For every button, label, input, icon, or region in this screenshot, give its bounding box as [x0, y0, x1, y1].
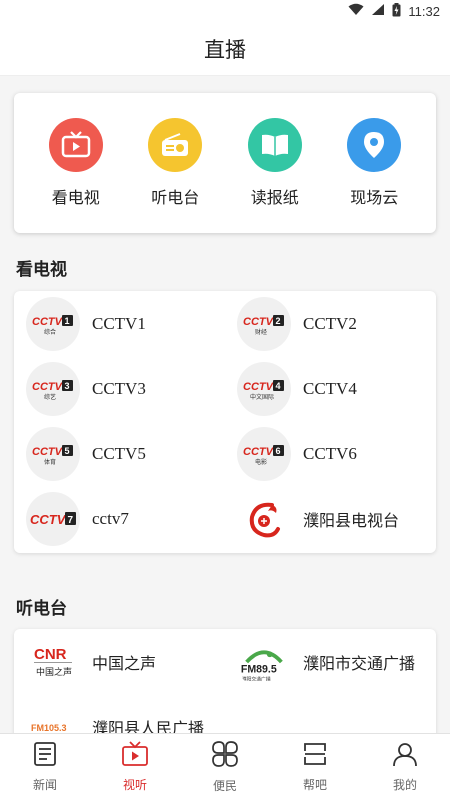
- svg-text:5: 5: [65, 446, 70, 456]
- channel-name: 濮阳县电视台: [303, 510, 400, 530]
- svg-text:综合: 综合: [44, 328, 56, 336]
- svg-text:CCTV: CCTV: [32, 381, 64, 393]
- quick-item-label: 读报纸: [250, 188, 299, 207]
- tab-services[interactable]: 便民: [180, 734, 270, 800]
- svg-text:CNR: CNR: [34, 646, 67, 663]
- svg-text:CCTV: CCTV: [243, 446, 275, 458]
- svg-text:CCTV: CCTV: [243, 316, 275, 328]
- tab-news[interactable]: 新闻: [0, 734, 90, 800]
- cctv7-logo: CCTV 7: [26, 491, 80, 546]
- svg-text:中文国际: 中文国际: [250, 393, 274, 401]
- quick-menu: 看电视 听电台 读报纸 现场云: [14, 93, 436, 233]
- quick-item-newspaper[interactable]: 读报纸: [235, 118, 315, 208]
- channel-item-cctv2[interactable]: CCTV 2 财经 CCTV2: [225, 291, 436, 356]
- channel-item-cctv1[interactable]: CCTV 1 综合 CCTV1: [14, 291, 225, 356]
- svg-text:6: 6: [276, 446, 281, 456]
- svg-text:FM105.3: FM105.3: [31, 723, 67, 733]
- channel-name: CCTV1: [92, 313, 146, 333]
- tab-help[interactable]: 帮吧: [270, 734, 360, 800]
- svg-text:濮阳交通广播: 濮阳交通广播: [242, 675, 271, 682]
- channel-name: CCTV4: [303, 378, 357, 398]
- channel-name: CCTV2: [303, 313, 357, 333]
- wifi-icon: [348, 3, 364, 19]
- main-content[interactable]: 看电视 听电台 读报纸 现场云 看电视 CCTV 1 综合 CCTV1 CCTV…: [0, 77, 450, 733]
- svg-text:电影: 电影: [255, 458, 267, 466]
- tab-label: 视听: [122, 778, 147, 792]
- station-name: 濮阳市交通广播: [303, 653, 416, 673]
- page-title: 直播: [204, 37, 246, 62]
- station-item-cnr[interactable]: CNR 中国之声 中国之声: [14, 629, 225, 694]
- channel-item-puyang-county-tv[interactable]: 濮阳县电视台: [225, 486, 436, 551]
- svg-text:财经: 财经: [255, 328, 267, 336]
- cctv-logo: CCTV 4 中文国际: [237, 361, 291, 416]
- channel-name: CCTV6: [303, 443, 357, 463]
- channel-item-cctv7[interactable]: CCTV 7 cctv7: [14, 486, 225, 551]
- station-name: 濮阳县人民广播: [92, 718, 205, 734]
- tab-label: 帮吧: [302, 778, 327, 792]
- bracket-box-icon: [302, 741, 328, 772]
- station-item-puyang-traffic[interactable]: FM89.5 濮阳交通广播 濮阳市交通广播: [225, 629, 436, 694]
- four-leaf-icon: [211, 740, 239, 773]
- svg-text:1: 1: [65, 316, 70, 326]
- tab-media[interactable]: 视听: [90, 734, 180, 800]
- channel-item-cctv3[interactable]: CCTV 3 综艺 CCTV3: [14, 356, 225, 421]
- cctv-logo: CCTV 3 综艺: [26, 361, 80, 416]
- header: 直播: [0, 22, 450, 76]
- channel-name: CCTV3: [92, 378, 146, 398]
- tab-label: 新闻: [32, 778, 57, 792]
- user-icon: [392, 741, 418, 772]
- cnr-logo: CNR 中国之声: [26, 634, 80, 689]
- channel-name: cctv7: [92, 508, 129, 528]
- station-item-puyang-county-radio[interactable]: FM105.3 濮阳县人民广播: [14, 694, 225, 733]
- tab-label: 我的: [392, 778, 417, 792]
- fm1053-logo: FM105.3: [26, 699, 80, 733]
- status-time: 11:32: [408, 3, 440, 19]
- puyang-tv-logo: [237, 491, 291, 546]
- svg-text:CCTV: CCTV: [30, 512, 67, 527]
- svg-text:CCTV: CCTV: [32, 446, 64, 458]
- svg-text:4: 4: [276, 381, 281, 391]
- tv-play-icon: [121, 741, 149, 772]
- channel-name: CCTV5: [92, 443, 146, 463]
- svg-text:CCTV: CCTV: [243, 381, 275, 393]
- fm895-logo: FM89.5 濮阳交通广播: [237, 634, 291, 689]
- svg-text:体育: 体育: [44, 458, 56, 466]
- channel-item-cctv5[interactable]: CCTV 5 体育 CCTV5: [14, 421, 225, 486]
- cctv-logo: CCTV 5 体育: [26, 426, 80, 481]
- section-title-radio: 听电台: [16, 599, 67, 619]
- location-pin-icon: [347, 118, 402, 172]
- quick-item-label: 看电视: [51, 188, 100, 207]
- tv-play-icon: [48, 118, 103, 172]
- radio-icon: [148, 118, 203, 172]
- book-icon: [247, 118, 302, 172]
- cctv-logo: CCTV 6 电影: [237, 426, 291, 481]
- svg-text:7: 7: [68, 515, 74, 526]
- tab-label: 便民: [212, 779, 237, 793]
- battery-icon: [392, 2, 401, 20]
- station-name: 中国之声: [92, 653, 157, 673]
- newspaper-icon: [32, 741, 58, 772]
- svg-text:FM89.5: FM89.5: [241, 663, 277, 675]
- quick-item-label: 听电台: [151, 188, 200, 207]
- quick-item-label: 现场云: [350, 188, 399, 207]
- svg-text:CCTV: CCTV: [32, 316, 64, 328]
- bottom-tab-bar: 新闻 视听 便民 帮吧 我的: [0, 733, 450, 800]
- svg-text:3: 3: [65, 381, 70, 391]
- quick-item-live-cloud[interactable]: 现场云: [334, 118, 414, 208]
- cctv-logo: CCTV 2 财经: [237, 296, 291, 351]
- signal-icon: [371, 3, 385, 19]
- svg-text:2: 2: [276, 316, 281, 326]
- svg-text:中国之声: 中国之声: [36, 666, 72, 678]
- channel-item-cctv4[interactable]: CCTV 4 中文国际 CCTV4: [225, 356, 436, 421]
- quick-item-watch-tv[interactable]: 看电视: [36, 118, 116, 208]
- svg-text:综艺: 综艺: [44, 393, 56, 401]
- radio-station-list: CNR 中国之声 中国之声 FM89.5 濮阳交通广播 濮阳市交通广播 FM105.…: [14, 629, 436, 733]
- channel-item-cctv6[interactable]: CCTV 6 电影 CCTV6: [225, 421, 436, 486]
- tv-channel-list: CCTV 1 综合 CCTV1 CCTV 2 财经 CCTV2 CCTV 3 综艺 CCTV…: [14, 291, 436, 553]
- cctv-logo: CCTV 1 综合: [26, 296, 80, 351]
- quick-item-radio[interactable]: 听电台: [135, 118, 215, 208]
- section-title-tv: 看电视: [16, 260, 67, 280]
- tab-mine[interactable]: 我的: [360, 734, 450, 800]
- status-bar: 11:32: [0, 0, 450, 22]
